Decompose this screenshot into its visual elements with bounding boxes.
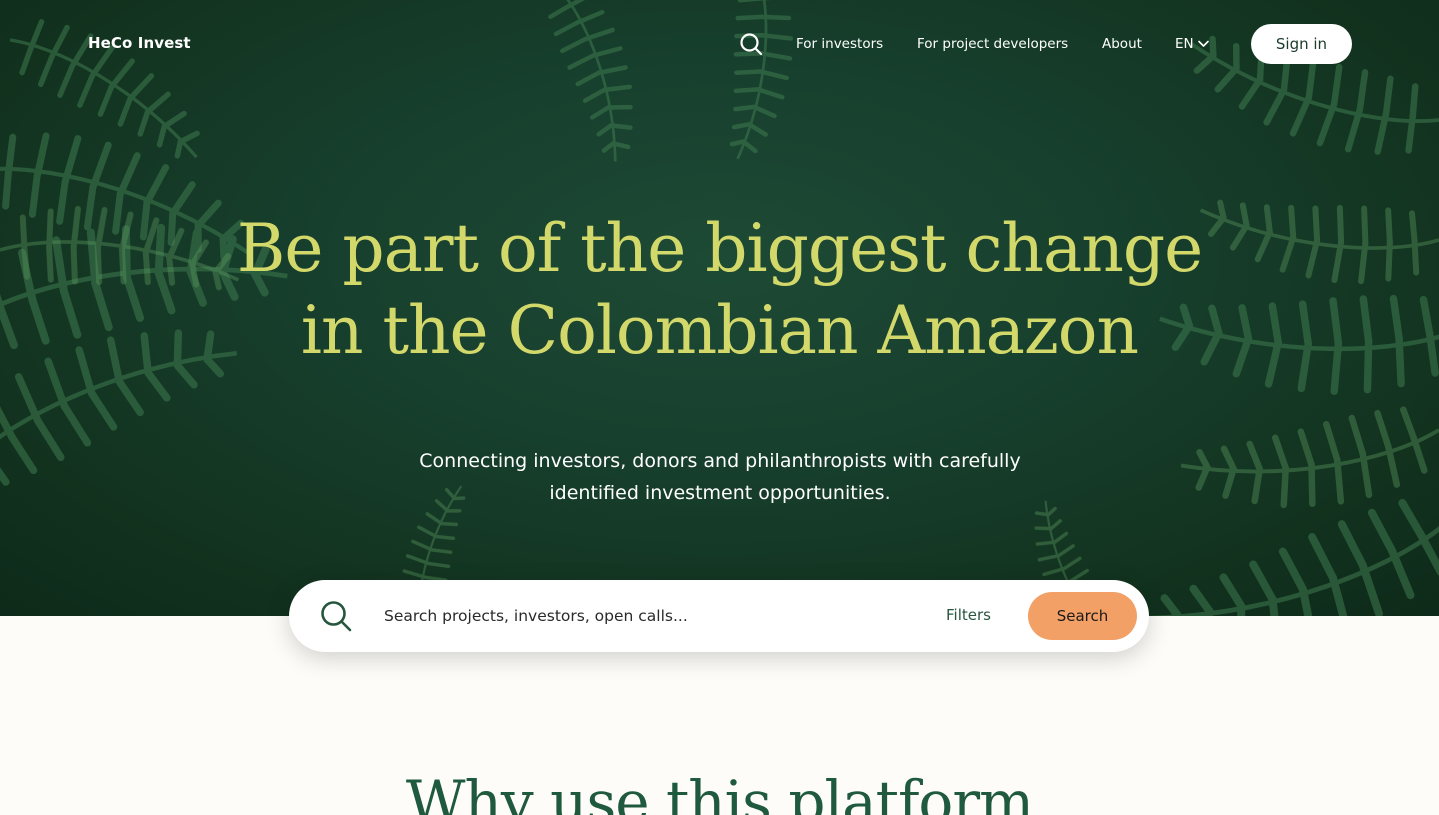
search-button[interactable]: Search [1028, 592, 1137, 640]
search-icon [321, 601, 352, 632]
nav-link-for-project-developers[interactable]: For project developers [917, 36, 1068, 52]
hero-headline-line-1: Be part of the biggest change [236, 210, 1203, 287]
nav-link-for-investors[interactable]: For investors [796, 36, 883, 52]
language-label: EN [1175, 36, 1194, 52]
search-icon[interactable] [739, 32, 763, 56]
hero-headline: Be part of the biggest change in the Col… [0, 208, 1439, 372]
hero-subheading-line-2: identified investment opportunities. [549, 482, 891, 504]
hero-section: HeCo Invest For investors For project de… [0, 0, 1439, 616]
search-input[interactable] [384, 602, 904, 630]
sign-in-button[interactable]: Sign in [1251, 24, 1352, 64]
chevron-down-icon [1197, 40, 1209, 47]
hero-subheading-line-1: Connecting investors, donors and philant… [419, 450, 1021, 472]
filters-button[interactable]: Filters [946, 606, 991, 624]
top-navigation: HeCo Invest For investors For project de… [0, 0, 1439, 88]
hero-headline-line-2: in the Colombian Amazon [300, 292, 1139, 369]
section-title-why-use-platform: Why use this platform [405, 768, 1034, 815]
nav-link-about[interactable]: About [1102, 36, 1142, 52]
search-bar: Filters Search [289, 580, 1149, 652]
brand-logo[interactable]: HeCo Invest [88, 34, 191, 52]
language-selector[interactable]: EN [1175, 36, 1209, 52]
hero-subheading: Connecting investors, donors and philant… [370, 445, 1070, 509]
